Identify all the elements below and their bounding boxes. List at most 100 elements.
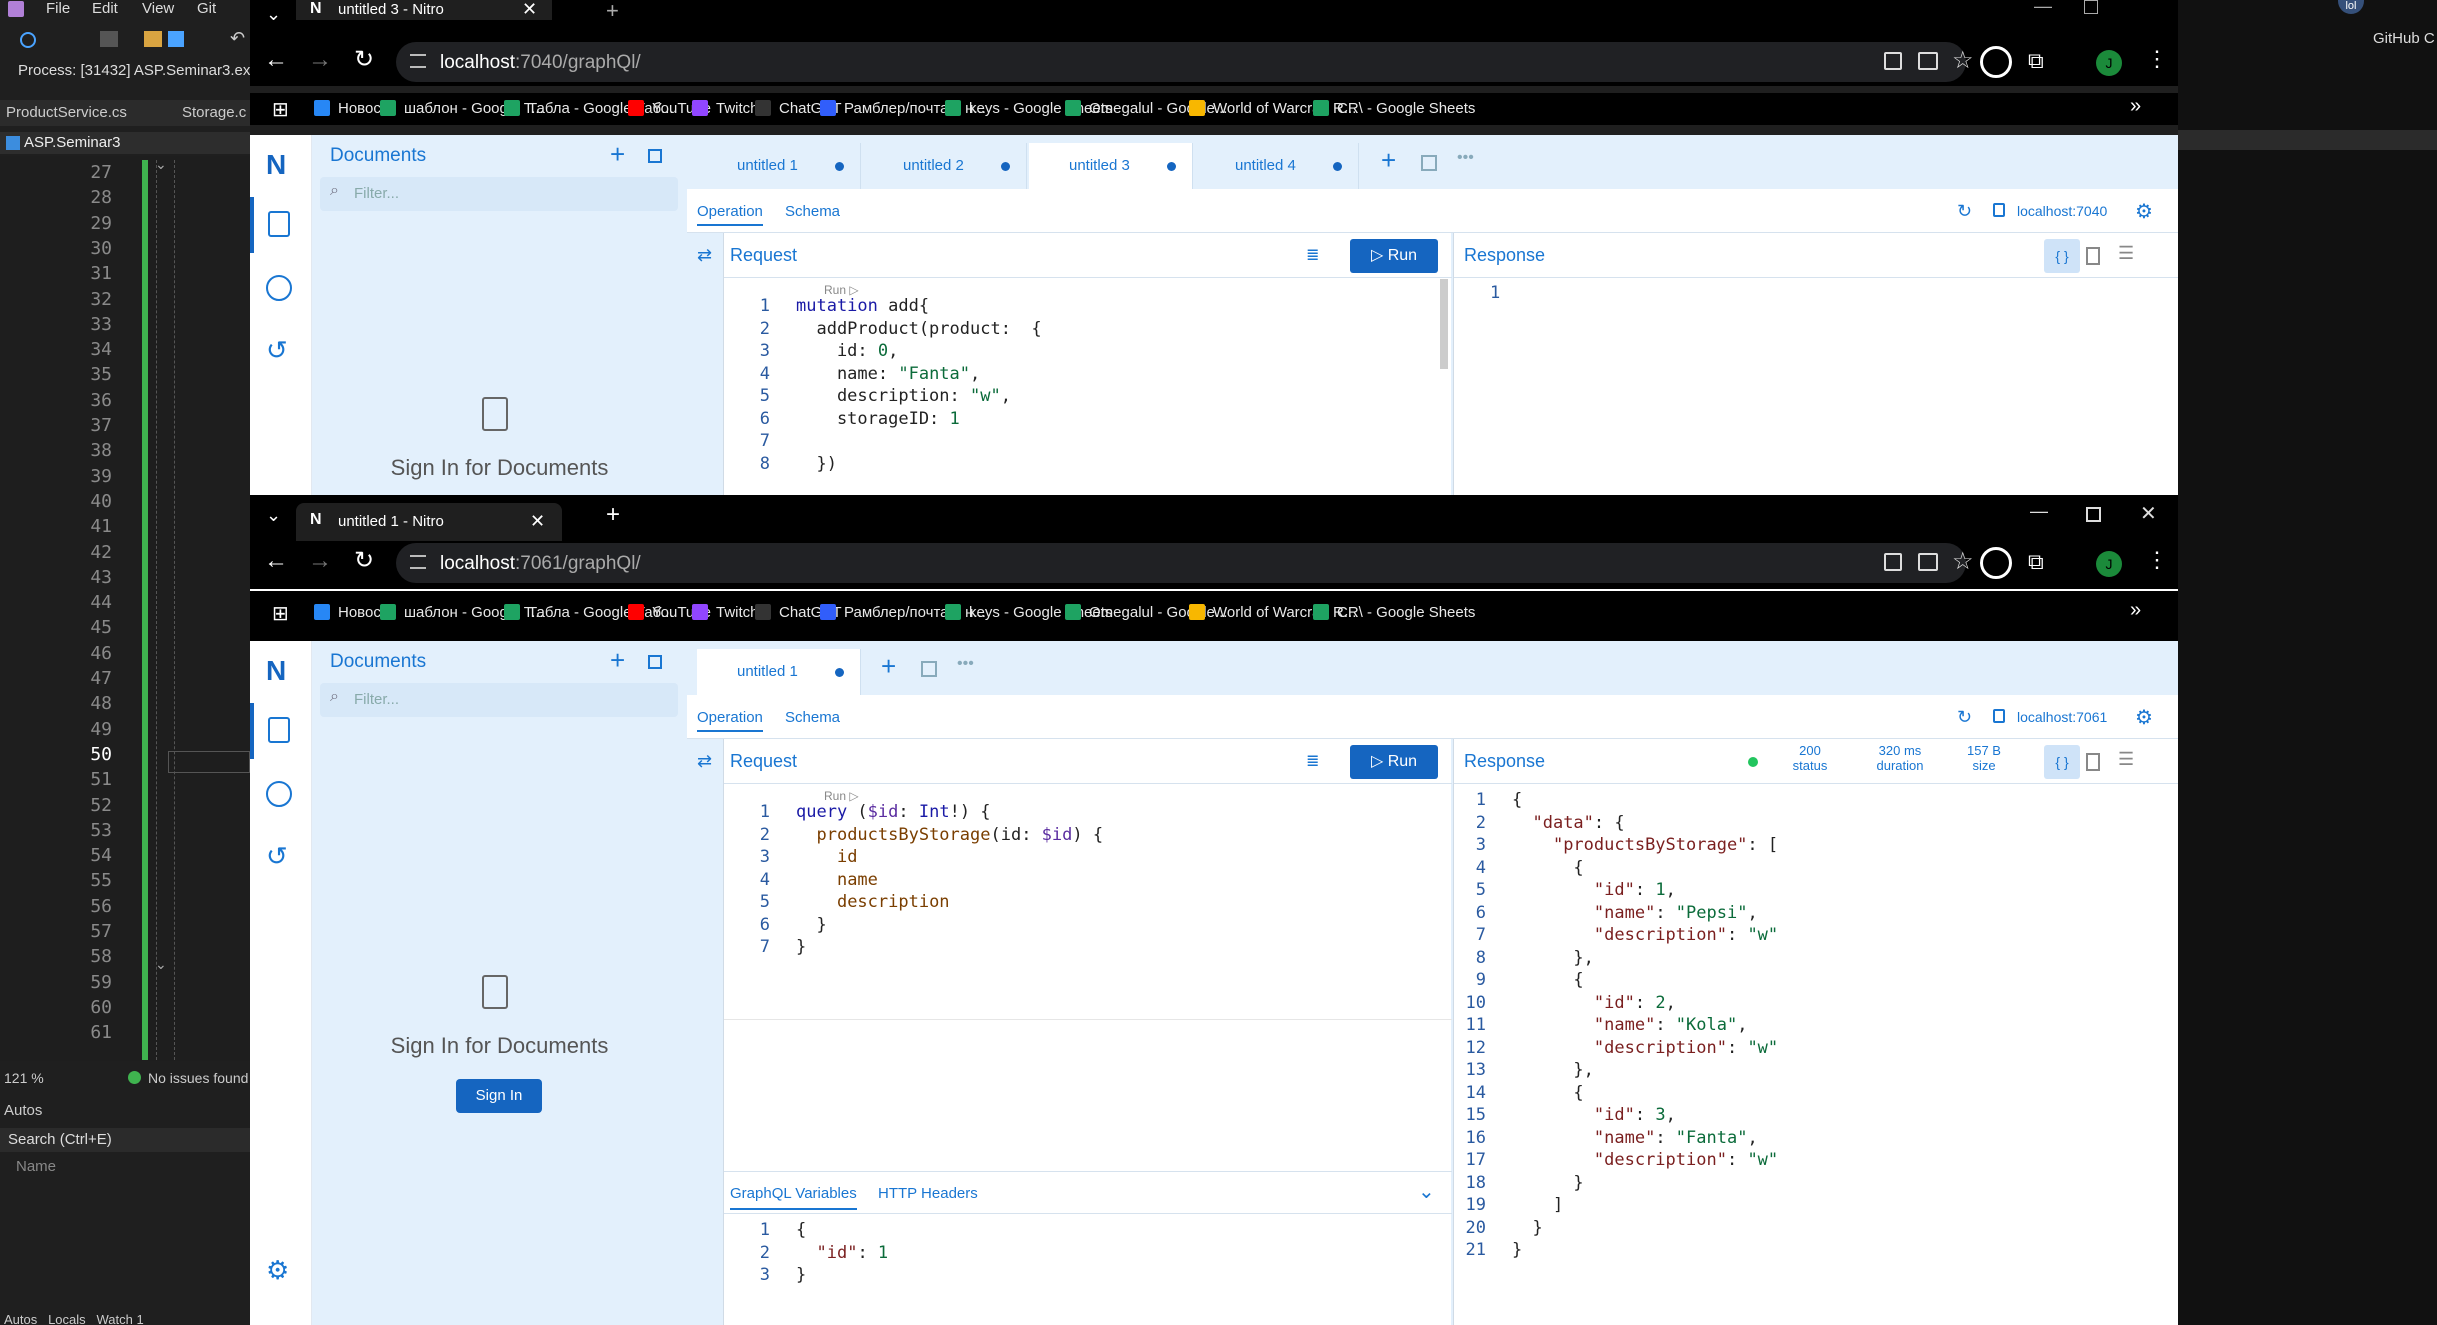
json-view-icon[interactable]: { } <box>2044 745 2080 779</box>
save-icon[interactable] <box>168 31 184 47</box>
extensions-puzzle-icon[interactable]: ⧉ <box>2028 48 2044 74</box>
documents-filter-input[interactable]: Filter... <box>320 177 678 211</box>
settings-gear-icon[interactable]: ⚙ <box>2135 199 2153 224</box>
site-info-icon[interactable] <box>410 54 426 68</box>
clipboard-icon[interactable] <box>1884 553 1902 571</box>
tab-search-icon[interactable]: ⌄ <box>266 505 281 526</box>
history-icon[interactable]: ↺ <box>266 841 288 872</box>
swap-panels-icon[interactable]: ⇄ <box>697 751 712 772</box>
add-document-icon[interactable]: + <box>610 139 625 170</box>
history-icon[interactable]: ↺ <box>266 335 288 366</box>
refresh-schema-icon[interactable]: ↻ <box>1957 707 1972 728</box>
run-button[interactable]: ▷ Run <box>1350 745 1438 779</box>
json-view-icon[interactable]: { } <box>2044 239 2080 273</box>
autos-bottom-tabs[interactable]: Autos Locals Watch 1 <box>4 1312 144 1325</box>
reload-icon[interactable]: ↻ <box>354 546 374 575</box>
endpoint-url[interactable]: localhost:7040 <box>2017 203 2107 219</box>
graphql-icon[interactable] <box>266 275 292 301</box>
vs-avatar[interactable]: lol <box>2338 0 2364 14</box>
extension-icon[interactable] <box>1980 46 2012 78</box>
doc-tab-untitled-1[interactable]: untitled 1 <box>697 649 861 695</box>
extension-icon[interactable] <box>1980 547 2012 579</box>
bookmark-item[interactable]: Twitch <box>692 93 759 125</box>
more-tabs-icon[interactable]: ••• <box>957 655 974 673</box>
back-arrow-icon[interactable]: ← <box>264 547 288 575</box>
vs-menu-git[interactable]: Git <box>197 0 216 17</box>
extensions-puzzle-icon[interactable]: ⧉ <box>2028 549 2044 575</box>
collapse-variables-icon[interactable]: ⌄ <box>1418 1179 1435 1204</box>
profile-avatar[interactable]: J <box>2096 50 2122 76</box>
vs-project-dropdown[interactable]: ASP.Seminar3 <box>0 132 250 154</box>
vs-menu-file[interactable]: File <box>46 0 70 17</box>
tab-operation[interactable]: Operation <box>697 709 763 732</box>
settings-gear-icon[interactable]: ⚙ <box>266 1255 289 1286</box>
reload-icon[interactable]: ↻ <box>354 45 374 74</box>
format-query-icon[interactable]: ≣ <box>1306 245 1319 265</box>
graphql-icon[interactable] <box>266 781 292 807</box>
install-app-icon[interactable] <box>1918 553 1938 571</box>
chrome-tab-active[interactable]: N untitled 3 - Nitro ✕ <box>296 0 552 20</box>
new-folder-icon[interactable] <box>648 655 662 669</box>
endpoint-url[interactable]: localhost:7061 <box>2017 709 2107 725</box>
list-view-icon[interactable]: ☰ <box>2118 749 2134 770</box>
new-file-icon[interactable] <box>100 31 118 47</box>
address-bar[interactable]: localhost:7040/graphQl/ ☆ <box>396 42 1974 82</box>
lock-icon[interactable] <box>1993 709 2005 723</box>
apps-grid-icon[interactable]: ⊞ <box>272 97 289 122</box>
bookmark-star-icon[interactable]: ☆ <box>1952 46 1974 75</box>
doc-tab-untitled-1[interactable]: untitled 1 <box>697 143 861 189</box>
query-editor[interactable]: 1 query ($id: Int!) {2 productsByStorage(… <box>724 801 1103 959</box>
documents-icon[interactable] <box>268 211 290 237</box>
autos-search-input[interactable]: Search (Ctrl+E) <box>0 1128 250 1152</box>
minimize-icon[interactable]: — <box>2034 0 2052 17</box>
variables-editor[interactable]: 1{2 "id": 1 3} <box>724 1219 888 1287</box>
vs-menu-edit[interactable]: Edit <box>92 0 118 17</box>
more-bookmarks-icon[interactable]: » <box>2130 95 2141 118</box>
collapse-icon[interactable]: ⌄ <box>155 956 167 973</box>
signin-button[interactable]: Sign In <box>456 1079 542 1113</box>
vs-menu-view[interactable]: View <box>142 0 174 17</box>
vs-tab-productservice[interactable]: ProductService.cs <box>6 100 127 126</box>
doc-tab-untitled-3[interactable]: untitled 3 <box>1029 143 1193 189</box>
undo-icon[interactable]: ↶ <box>230 28 245 49</box>
apps-grid-icon[interactable]: ⊞ <box>272 601 289 626</box>
bookmark-item[interactable]: Twitch <box>692 597 759 629</box>
response-viewer[interactable]: 1{2 "data": {3 "productsByStorage": [4 {… <box>1440 789 1779 1262</box>
maximize-icon[interactable] <box>2084 0 2098 14</box>
add-document-icon[interactable]: + <box>610 645 625 676</box>
editor-scrollbar[interactable] <box>1440 279 1448 369</box>
chrome-tab-active[interactable]: N untitled 1 - Nitro ✕ <box>296 503 562 541</box>
add-tab-icon[interactable]: + <box>1381 145 1396 176</box>
close-tab-icon[interactable]: ✕ <box>522 0 537 20</box>
chrome-menu-icon[interactable]: ⋮ <box>2146 547 2168 573</box>
zoom-level[interactable]: 121 % <box>4 1066 44 1090</box>
clipboard-icon[interactable] <box>1884 52 1902 70</box>
close-tab-icon[interactable]: ✕ <box>530 511 545 532</box>
settings-gear-icon[interactable]: ⚙ <box>2135 705 2153 730</box>
new-tab-icon[interactable]: + <box>606 501 620 529</box>
format-query-icon[interactable]: ≣ <box>1306 751 1319 771</box>
address-bar[interactable]: localhost:7061/graphQl/ ☆ <box>396 543 1974 583</box>
documents-filter-input[interactable]: Filter... <box>320 683 678 717</box>
refresh-schema-icon[interactable]: ↻ <box>1957 201 1972 222</box>
install-app-icon[interactable] <box>1918 52 1938 70</box>
tab-schema[interactable]: Schema <box>785 203 840 220</box>
back-arrow-icon[interactable]: ← <box>264 46 288 74</box>
swap-panels-icon[interactable]: ⇄ <box>697 245 712 266</box>
close-window-icon[interactable]: ✕ <box>2140 501 2157 526</box>
chrome-menu-icon[interactable]: ⋮ <box>2146 46 2168 72</box>
site-info-icon[interactable] <box>410 555 426 569</box>
documents-icon[interactable] <box>268 717 290 743</box>
github-copilot-label[interactable]: GitHub C <box>2373 30 2435 47</box>
tab-http-headers[interactable]: HTTP Headers <box>878 1185 978 1202</box>
forward-arrow-icon[interactable]: → <box>308 547 332 575</box>
tab-operation[interactable]: Operation <box>697 203 763 226</box>
maximize-icon[interactable] <box>2086 507 2101 522</box>
minimize-icon[interactable]: — <box>2030 501 2048 522</box>
tab-schema[interactable]: Schema <box>785 709 840 726</box>
open-folder-icon[interactable] <box>144 31 162 47</box>
collapse-icon[interactable]: ⌄ <box>155 156 167 173</box>
more-tabs-icon[interactable]: ••• <box>1457 149 1474 167</box>
document-view-icon[interactable] <box>2086 753 2100 771</box>
bookmark-item[interactable]: CR\ - Google Sheets <box>1313 597 1475 629</box>
